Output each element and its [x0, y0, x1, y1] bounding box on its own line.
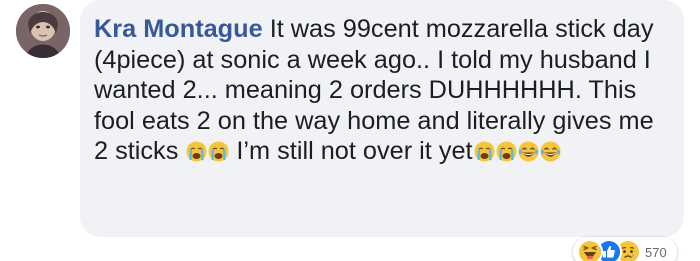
reaction-count: 570: [645, 244, 667, 260]
laughing-tears-icon: [540, 141, 561, 162]
comment-text: Kra Montague It was 99cent mozzarella st…: [94, 14, 668, 167]
comment-author-link[interactable]: Kra Montague: [94, 15, 263, 43]
avatar[interactable]: [16, 4, 70, 58]
crying-face-icon: [208, 141, 229, 162]
crying-face-icon: [186, 141, 207, 162]
crying-face-icon: [496, 141, 517, 162]
laughing-tears-icon: [518, 141, 539, 162]
crying-face-icon: [474, 141, 495, 162]
reactions-summary[interactable]: 570: [573, 237, 677, 261]
comment-body-text-end: I’m still not over it yet: [236, 137, 473, 165]
comment-bubble: Kra Montague It was 99cent mozzarella st…: [80, 0, 684, 237]
haha-reaction-icon: [577, 239, 603, 261]
